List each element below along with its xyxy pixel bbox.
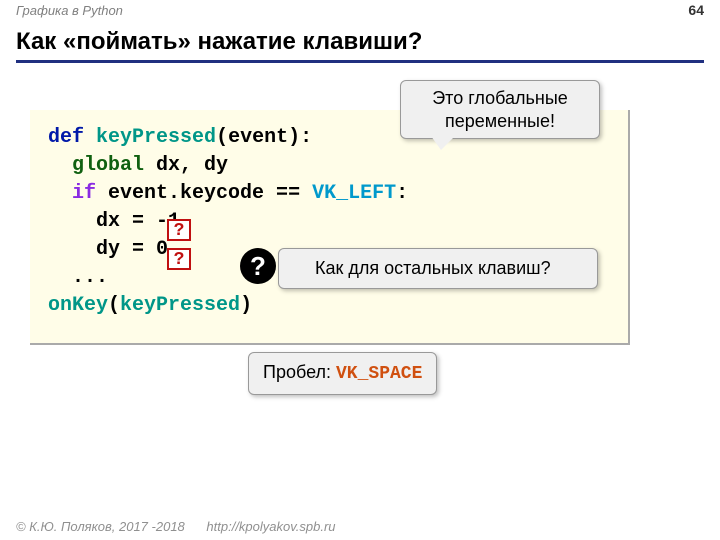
code-line-7: onKey(keyPressed) xyxy=(48,292,610,320)
paren-close: ) xyxy=(240,294,252,317)
onkey-arg: keyPressed xyxy=(120,294,240,317)
code-block: def keyPressed(event): global dx, dy if … xyxy=(30,110,630,345)
keyword-global: global xyxy=(72,154,144,177)
page-number: 64 xyxy=(688,2,704,18)
const-vk-space: VK_SPACE xyxy=(336,364,422,384)
paren-open: ( xyxy=(108,294,120,317)
if-cond-a: event.keycode == xyxy=(96,182,312,205)
copyright: © К.Ю. Поляков, 2017 -2018 xyxy=(16,519,185,534)
callout-rest-keys: Как для остальных клавиш? xyxy=(278,248,598,289)
const-vk-left: VK_LEFT xyxy=(312,182,396,205)
keyword-def: def xyxy=(48,126,84,149)
code-line-2: global dx, dy xyxy=(48,152,610,180)
mask-dx: ? xyxy=(167,219,191,241)
if-cond-b: : xyxy=(396,182,408,205)
footer: © К.Ю. Поляков, 2017 -2018 http://kpolya… xyxy=(16,519,336,534)
slide-title: Как «поймать» нажатие клавиши? xyxy=(16,28,704,63)
callout-tail-icon xyxy=(431,136,455,150)
callout-space-label: Пробел: xyxy=(263,362,336,382)
callout-rest-text: Как для остальных клавиш? xyxy=(315,258,551,278)
callout-global-text: Это глобальные переменные! xyxy=(432,88,568,131)
onkey-fn: onKey xyxy=(48,294,108,317)
function-name: keyPressed xyxy=(96,126,216,149)
mask-dy: ? xyxy=(167,248,191,270)
series-title: Графика в Python xyxy=(16,3,123,18)
footer-url: http://kpolyakov.spb.ru xyxy=(206,519,335,534)
params: (event): xyxy=(216,126,312,149)
header: Графика в Python 64 xyxy=(0,0,720,22)
keyword-if: if xyxy=(72,182,96,205)
code-line-4: dx = -1 xyxy=(48,208,610,236)
callout-space: Пробел: VK_SPACE xyxy=(248,352,437,395)
global-vars: dx, dy xyxy=(144,154,228,177)
code-line-3: if event.keycode == VK_LEFT: xyxy=(48,180,610,208)
callout-global-vars: Это глобальные переменные! xyxy=(400,80,600,139)
question-icon: ? xyxy=(240,248,276,284)
